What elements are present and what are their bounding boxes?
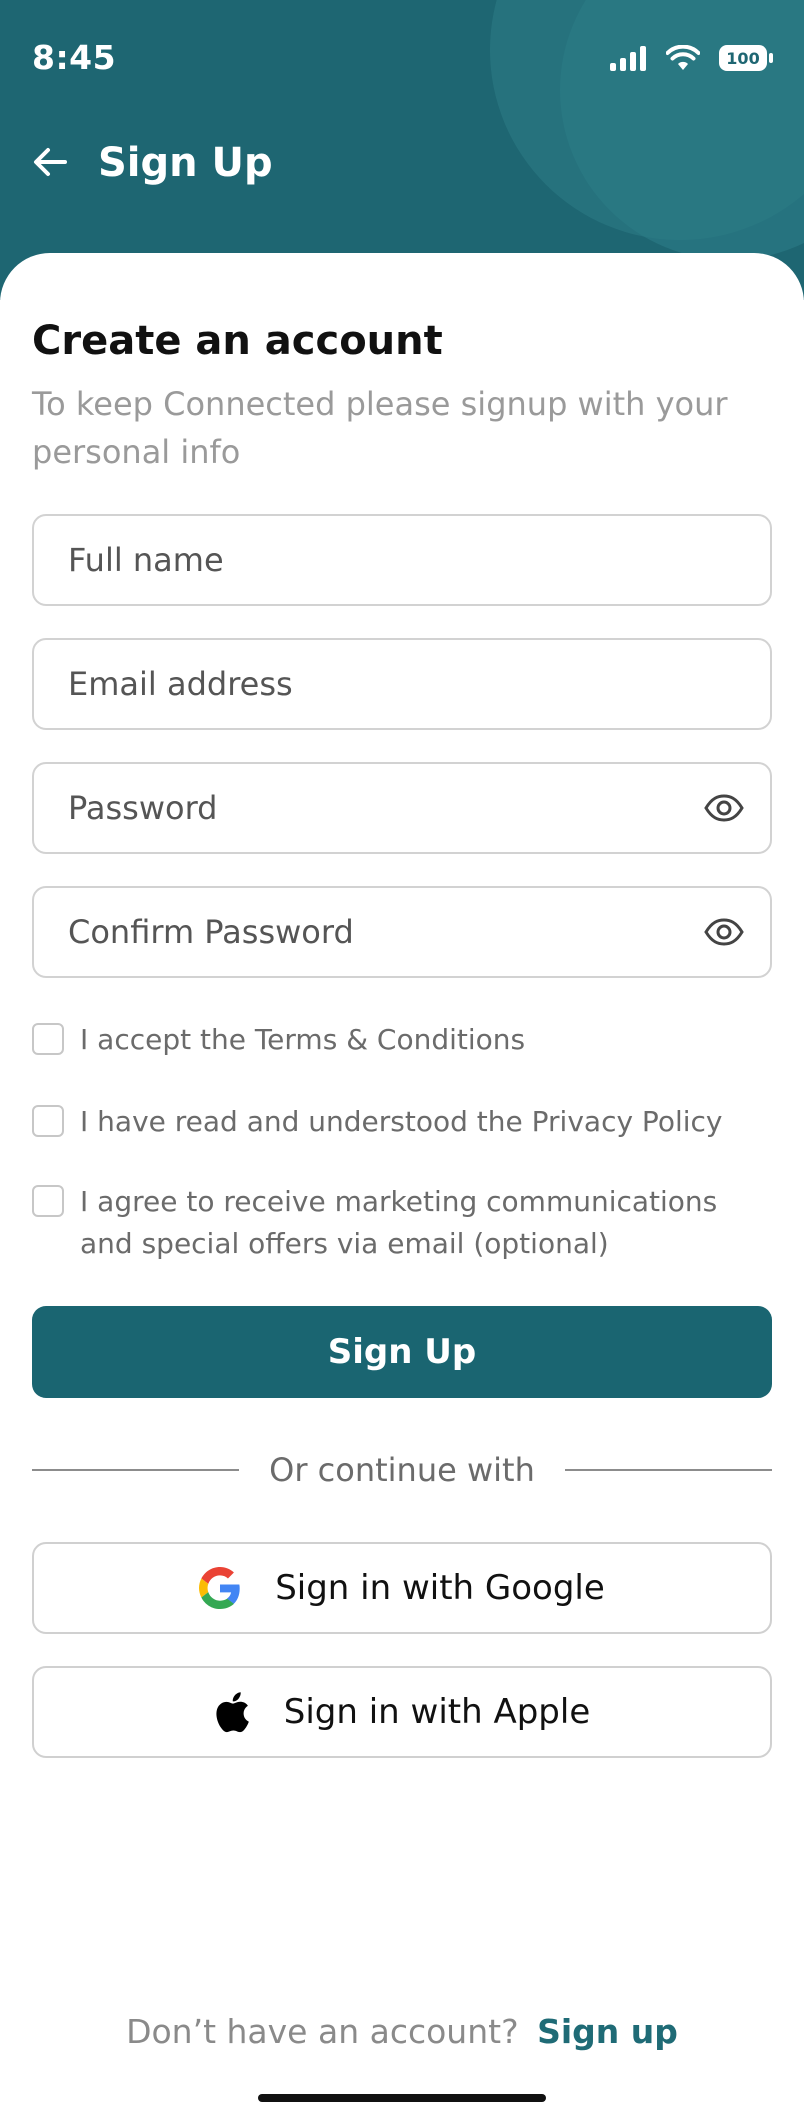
sign-up-link[interactable]: Sign up (537, 2012, 678, 2051)
terms-checkbox-row[interactable]: I accept the Terms & Conditions (32, 1023, 772, 1061)
full-name-field[interactable] (32, 514, 772, 606)
password-field[interactable] (32, 762, 772, 854)
footer-prompt-text: Don’t have an account? (126, 2012, 519, 2051)
back-button[interactable] (28, 140, 72, 184)
full-name-input[interactable] (66, 540, 746, 580)
apple-sign-in-label: Sign in with Apple (283, 1692, 591, 1732)
marketing-label: I agree to receive marketing communicati… (80, 1185, 718, 1260)
signal-icon (610, 46, 646, 71)
email-field[interactable] (32, 638, 772, 730)
privacy-checkbox[interactable] (32, 1105, 64, 1137)
eye-icon (704, 918, 744, 946)
confirm-password-input[interactable] (66, 912, 702, 952)
sign-up-button[interactable]: Sign Up (32, 1306, 772, 1398)
password-input[interactable] (66, 788, 702, 828)
status-time: 8:45 (32, 38, 117, 77)
toggle-password-visibility[interactable] (702, 786, 746, 830)
arrow-left-icon (34, 148, 67, 176)
divider-text: Or continue with (269, 1451, 535, 1489)
battery-icon: 100 (719, 45, 773, 71)
apple-icon (216, 1692, 249, 1733)
footer-signup-prompt: Don’t have an account? Sign up (0, 2012, 804, 2051)
toggle-confirm-password-visibility[interactable] (702, 910, 746, 954)
divider-line (32, 1469, 240, 1471)
privacy-label: I have read and understood the Privacy P… (80, 1105, 723, 1138)
eye-icon (704, 794, 744, 822)
google-icon (199, 1567, 240, 1609)
form-subtitle: To keep Connected please signup with you… (32, 385, 728, 471)
email-input[interactable] (66, 664, 746, 704)
confirm-password-field[interactable] (32, 886, 772, 978)
page-title: Sign Up (98, 140, 273, 186)
marketing-checkbox[interactable] (32, 1185, 64, 1217)
battery-level: 100 (726, 49, 759, 68)
wifi-icon (666, 45, 700, 70)
home-indicator (258, 2094, 546, 2102)
google-sign-in-label: Sign in with Google (275, 1568, 605, 1608)
marketing-checkbox-row[interactable]: I agree to receive marketing communicati… (32, 1185, 772, 1265)
form-title: Create an account (32, 318, 443, 364)
terms-label: I accept the Terms & Conditions (80, 1023, 526, 1056)
google-sign-in-button[interactable]: Sign in with Google (32, 1542, 772, 1634)
privacy-checkbox-row[interactable]: I have read and understood the Privacy P… (32, 1105, 772, 1143)
status-icons: 100 (610, 44, 774, 72)
terms-checkbox[interactable] (32, 1023, 64, 1055)
divider-line (564, 1469, 772, 1471)
or-divider: Or continue with (32, 1447, 772, 1493)
apple-sign-in-button[interactable]: Sign in with Apple (32, 1666, 772, 1758)
